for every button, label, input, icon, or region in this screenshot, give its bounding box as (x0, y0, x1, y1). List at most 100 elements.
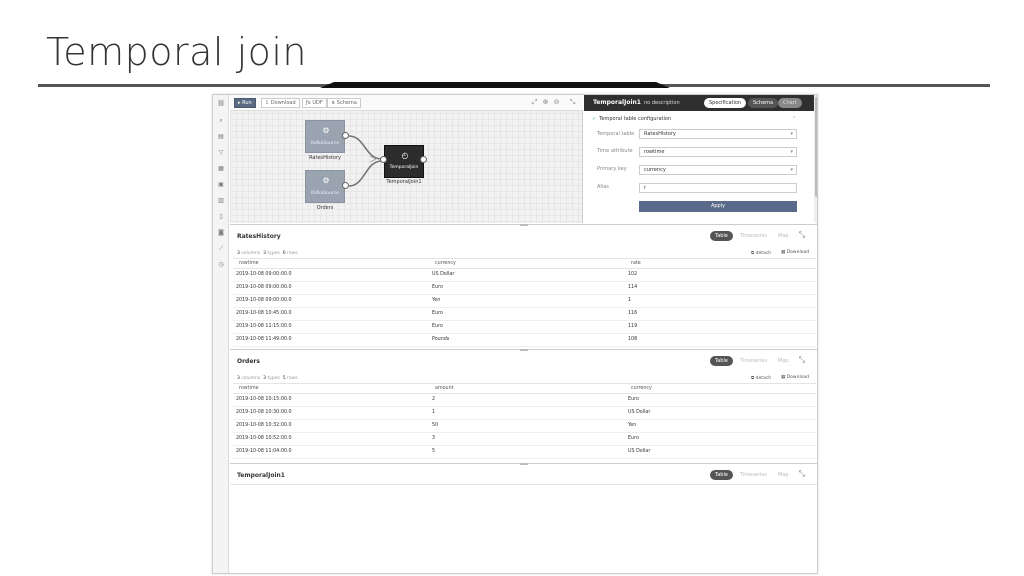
tab-timeseries[interactable]: Timeseries (735, 356, 772, 366)
node-type: KafkaSource (311, 191, 339, 196)
tab-schema[interactable]: Schema (748, 98, 779, 108)
time-attribute-select[interactable]: rowtime ▾ (639, 147, 797, 157)
primary-key-select[interactable]: currency ▾ (639, 165, 797, 175)
slide: Temporal join ⛓ ⌕ ▤ ▽ ▦ ▣ ▥ ▯ ◙ ⟋ ◷ ▸ Ru… (0, 0, 1024, 576)
table-cell: 1 (432, 410, 436, 415)
table-cell: Euro (432, 324, 443, 329)
config-section-header[interactable]: ✓ Temporal table configuration (592, 116, 671, 122)
document-icon[interactable]: ▯ (216, 212, 226, 221)
apply-button[interactable]: Apply (639, 201, 797, 212)
chain-icon[interactable]: ⛓ (216, 99, 226, 108)
table-cell: Pounds (432, 337, 450, 342)
table-cell: 1 (628, 298, 632, 303)
table-cell: 5 (432, 449, 436, 454)
title-divider-accent (320, 82, 670, 88)
kafka-icon: ⚙ (322, 126, 330, 135)
output-port[interactable] (342, 182, 349, 189)
table-cell: US Dollar (628, 449, 651, 454)
tab-timeseries[interactable]: Timeseries (735, 470, 772, 480)
temporal-join-node[interactable]: ◴ TemporalJoin (384, 145, 424, 178)
database-icon[interactable]: ▤ (216, 132, 226, 141)
save-icon[interactable]: ◙ (216, 228, 226, 237)
tab-map[interactable]: Map (773, 470, 794, 480)
column-header[interactable]: rowtime (239, 259, 259, 268)
input-port[interactable] (380, 156, 387, 163)
detach-button[interactable]: ⧉ detach (751, 375, 771, 381)
temporal-table-select[interactable]: RatesHistory ▾ (639, 129, 797, 139)
spec-scrollbar[interactable] (814, 95, 817, 223)
alias-value: r (644, 185, 647, 191)
resize-handle[interactable] (520, 349, 528, 351)
chart-icon[interactable]: ⟋ (216, 244, 226, 253)
table-row[interactable]: 2019-10-08 10:52:00.0 3 Euro (233, 433, 816, 446)
dropdown-icon: ▾ (790, 131, 793, 137)
kafka-source-rates-node[interactable]: ⚙ KafkaSource (305, 120, 345, 153)
timer-icon: ◴ (401, 151, 409, 160)
table-row[interactable]: 2019-10-08 11:04:00.0 5 US Dollar (233, 446, 816, 459)
table-cell: 102 (628, 272, 638, 277)
tab-chart[interactable]: Chart (778, 98, 802, 108)
alias-input[interactable]: r (639, 183, 797, 193)
table-row[interactable]: 2019-10-08 10:45:00.0 Euro 116 (233, 308, 816, 321)
window-icon[interactable]: ▣ (216, 180, 226, 189)
output-panel-orders: Orders Table Timeseries Map ⤡ 3 columns … (230, 349, 817, 463)
output-port[interactable] (342, 132, 349, 139)
tab-timeseries[interactable]: Timeseries (735, 231, 772, 241)
column-header[interactable]: currency (631, 384, 652, 393)
pipeline-canvas[interactable]: ▸ Run ⇩ Download ƒx UDF ⋔ Schema ⤢ ⊕ ⊖ ⤡… (230, 95, 583, 223)
table-cell: US Dollar (628, 410, 651, 415)
column-header[interactable]: rowtime (239, 384, 259, 393)
table-row[interactable]: 2019-10-08 09:00:00.0 Yen 1 (233, 295, 816, 308)
detach-button[interactable]: ⧉ detach (751, 250, 771, 256)
dropdown-icon: ▾ (790, 167, 793, 173)
tab-map[interactable]: Map (773, 231, 794, 241)
expand-icon[interactable]: ⤡ (797, 469, 807, 479)
table-row[interactable]: 2019-10-08 09:00:00.0 Euro 114 (233, 282, 816, 295)
table-cell: Euro (628, 397, 639, 402)
table-cell: 2019-10-08 10:32:00.0 (236, 423, 292, 428)
table-row[interactable]: 2019-10-08 10:15:00.0 2 Euro (233, 394, 816, 407)
table-icon[interactable]: ▦ (216, 164, 226, 173)
table-download-button[interactable]: ▦ Download (781, 375, 809, 380)
table-row[interactable]: 2019-10-08 11:49:00.0 Pounds 108 (233, 334, 816, 347)
output-panel-temporaljoin: TemporalJoin1 Table Timeseries Map ⤡ (230, 463, 817, 573)
resize-handle[interactable] (520, 224, 528, 226)
table-row[interactable]: 2019-10-08 10:32:00.0 50 Yen (233, 420, 816, 433)
dropdown-icon: ▾ (790, 149, 793, 155)
spec-node-description[interactable]: no description (644, 100, 680, 106)
tab-specification[interactable]: Specification (704, 98, 747, 108)
column-header[interactable]: currency (435, 259, 456, 268)
table-download-button[interactable]: ▦ Download (781, 250, 809, 255)
node-label: Orders (316, 205, 334, 211)
search-icon[interactable]: ⌕ (216, 116, 226, 125)
time-attribute-label: Time attribute (597, 148, 633, 154)
tab-table[interactable]: Table (710, 231, 733, 241)
table-cell: 2019-10-08 09:00:00.0 (236, 298, 292, 303)
table-stats: 3 columns 3 types 6 rows (237, 251, 298, 256)
spec-node-title[interactable]: TemporalJoin1 (593, 99, 641, 106)
expand-icon[interactable]: ⤡ (797, 230, 807, 240)
slide-title: Temporal join (46, 30, 308, 74)
filter-icon[interactable]: ▽ (216, 148, 226, 157)
table-row[interactable]: 2019-10-08 10:30:00.0 1 US Dollar (233, 407, 816, 420)
expand-icon[interactable]: ⤡ (797, 355, 807, 365)
tab-table[interactable]: Table (710, 356, 733, 366)
kafka-source-orders-node[interactable]: ⚙ KafkaSource (305, 170, 345, 203)
sink-icon[interactable]: ▥ (216, 196, 226, 205)
scrollbar-thumb[interactable] (815, 97, 817, 197)
table-row[interactable]: 2019-10-08 09:00:00.0 US Dollar 102 (233, 269, 816, 282)
clock-icon[interactable]: ◷ (216, 260, 226, 269)
temporal-table-label: Temporal table (597, 131, 635, 137)
collapse-icon[interactable]: ⌃ (792, 116, 796, 122)
table-cell: 2019-10-08 11:04:00.0 (236, 449, 292, 454)
tab-table[interactable]: Table (710, 470, 733, 480)
tab-map[interactable]: Map (773, 356, 794, 366)
table-cell: 108 (628, 337, 638, 342)
resize-handle[interactable] (520, 463, 528, 465)
table-cell: 114 (628, 285, 638, 290)
data-table: rowtime amount currency 2019-10-08 10:15:00… (233, 383, 816, 459)
table-row[interactable]: 2019-10-08 11:15:00.0 Euro 119 (233, 321, 816, 334)
column-header[interactable]: rate (631, 259, 641, 268)
column-header[interactable]: amount (435, 384, 454, 393)
output-port[interactable] (420, 156, 427, 163)
